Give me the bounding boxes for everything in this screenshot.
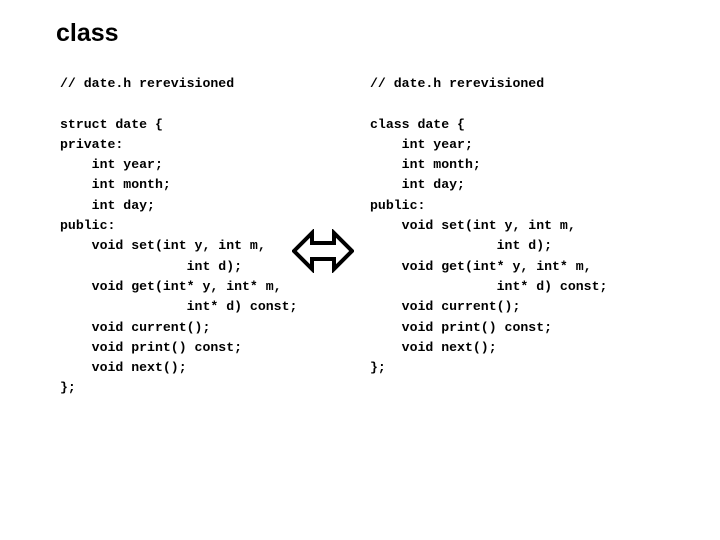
left-code-line: struct date { [60,116,163,132]
left-code-line: }; [60,380,76,396]
left-code-line [60,94,360,114]
right-code-line: int month; [370,157,481,173]
right-code-line: void print() const; [370,319,553,335]
left-code-line: private: [60,136,124,152]
right-code-line: int year; [370,136,473,152]
left-code-line: void next(); [60,360,187,376]
right-code-line: void set(int y, int m, [370,218,576,234]
left-code-line: int day; [60,197,155,213]
code-block-right: // date.h rerevisioned class date { int … [370,74,670,378]
left-code-line: void current(); [60,319,211,335]
right-code-line: public: [370,197,426,213]
left-code-line: int month; [60,177,171,193]
left-code-line: void print() const; [60,339,243,355]
left-code-line: int* d) const; [60,299,298,315]
page-title: class [56,19,119,47]
right-code-line: int* d) const; [370,278,608,294]
double-headed-arrow-icon [292,229,354,273]
left-code-line: // date.h rerevisioned [60,76,235,91]
right-code-line: void next(); [370,339,497,355]
right-code-line: class date { [370,116,465,132]
double-headed-arrow-shape [292,229,354,273]
left-code-line: void get(int* y, int* m, [60,278,282,294]
right-code-line: void get(int* y, int* m, [370,258,592,274]
right-code-line [370,94,670,114]
left-code-line: int year; [60,157,163,173]
right-code-line: }; [370,360,386,376]
right-code-line: void current(); [370,299,521,315]
right-code-line: int day; [370,177,465,193]
right-code-line: // date.h rerevisioned [370,76,545,91]
right-code-line: int d); [370,238,553,254]
slide-canvas: class // date.h rerevisioned struct date… [0,0,720,540]
